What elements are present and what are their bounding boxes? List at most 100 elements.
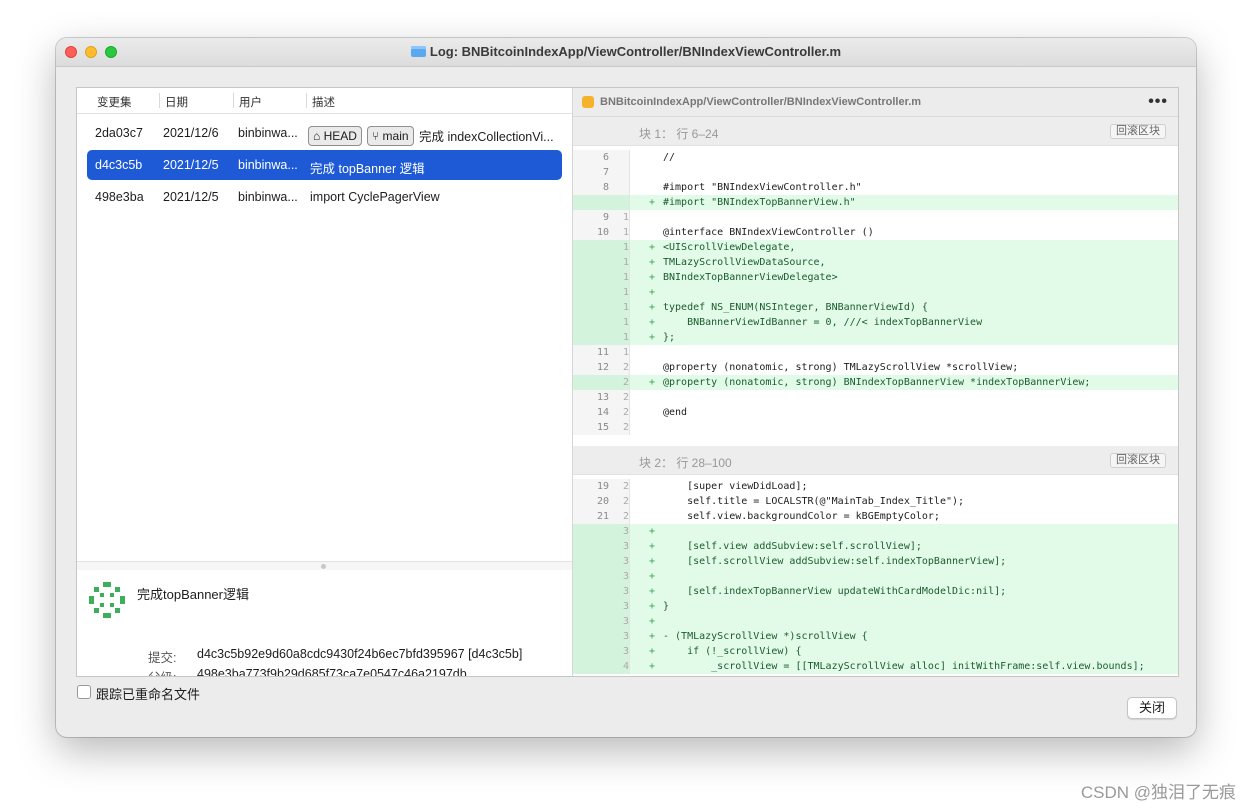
code-line: 3 +} [573,599,1178,614]
hunk-title: 块 2： 行 28–100 [639,456,732,470]
diff-marker: + [649,526,656,537]
code-line: 3 + [self.scrollView addSubview:self.inde… [573,554,1178,569]
code-line: 1 + typedef NS_ENUM(NSInteger, BNBannerVie… [573,300,1178,315]
new-line-number: 3 [622,526,629,537]
code-line: 15 2 [573,420,1178,435]
code-line: 91 [573,210,1178,225]
commit-row[interactable]: 498e3ba 2021/12/5 binbinwa... import Cyc… [87,182,562,212]
code-line: 13 2 [573,390,1178,405]
diff-marker: + [649,287,656,298]
commit-id: 498e3ba [95,190,144,204]
source-file-icon [582,96,594,108]
new-line-number: 3 [622,601,629,612]
code-line: 3 + - (TMLazyScrollView *)scrollView { [573,629,1178,644]
branch-icon: ⑂ [372,129,380,143]
parent-hash-value: 498e3ba773f9b29d685f73ca7e0547c46a2197db [197,667,467,677]
column-header-date[interactable]: 日期 [165,94,188,110]
title-bar: Log: BNBitcoinIndexApp/ViewController/BN… [56,38,1196,67]
diff-marker: + [649,601,656,612]
commit-id: d4c3c5b [95,158,143,172]
old-line-number: 9 [602,212,609,223]
new-line-number: 2 [622,511,629,522]
diff-marker: + [649,586,656,597]
code-line: + #import "BNIndexTopBannerView.h" [573,195,1178,210]
new-line-number: 2 [622,496,629,507]
new-line-number: 2 [622,362,629,373]
code-text: @property (nonatomic, strong) TMLazyScro… [663,362,1019,373]
commit-date: 2021/12/5 [163,158,219,172]
diff-marker: + [649,257,656,268]
code-line: 1 + <UIScrollViewDelegate, [573,240,1178,255]
tag-icon: ⌂ [313,129,321,143]
commit-date: 2021/12/5 [163,190,219,204]
commit-list-pane: 变更集 日期 用户 描述 2da03c7 2021/12/6 binbinwa.… [77,88,573,676]
close-button[interactable]: 关闭 [1127,697,1177,719]
column-separator [306,93,307,108]
old-line-number: 19 [596,481,609,492]
track-renamed-checkbox[interactable] [77,685,91,699]
column-header-description[interactable]: 描述 [312,94,335,110]
new-line-number: 3 [622,586,629,597]
column-header-user[interactable]: 用户 [239,94,262,110]
code-line: 8 #import "BNIndexViewController.h" [573,180,1178,195]
folder-icon [410,46,426,57]
code-line: 1 + BNBannerViewIdBanner = 0, ///< indexT… [573,315,1178,330]
code-line: 3 + [573,569,1178,584]
code-line: 3 + [self.indexTopBannerView updateWithCa… [573,584,1178,599]
commit-row-selected[interactable]: d4c3c5b 2021/12/5 binbinwa... 完成 topBann… [87,150,562,180]
code-text: [self.indexTopBannerView updateWithCardM… [663,586,1007,597]
code-text: // [663,152,676,163]
old-line-number: 8 [602,182,609,193]
hunk-code-block: 6 // 7 8 #import "BNIndexViewController.h" + #… [573,150,1178,435]
new-line-number: 1 [622,212,629,223]
parent-hash-label: 父级: [148,667,176,676]
old-line-number: 15 [596,422,609,433]
new-line-number: 4 [622,661,629,672]
code-line: 6 // [573,150,1178,165]
more-options-icon[interactable]: ••• [1148,93,1168,111]
code-text: [super viewDidLoad]; [663,481,808,492]
code-line: 20 2 self.title = LOCALSTR(@"MainTab_Inde… [573,494,1178,509]
window-title-container: Log: BNBitcoinIndexApp/ViewController/BN… [56,38,1196,66]
diff-file-header: BNBitcoinIndexApp/ViewController/BNIndex… [573,88,1178,117]
code-line: 1 + [573,285,1178,300]
commit-date: 2021/12/6 [163,126,219,140]
window-title: Log: BNBitcoinIndexApp/ViewController/BN… [429,44,842,59]
new-line-number: 2 [622,481,629,492]
new-line-number: 3 [622,646,629,657]
new-line-number: 3 [622,571,629,582]
revert-hunk-button[interactable]: 回滚区块 [1110,124,1166,139]
diff-marker: + [649,272,656,283]
code-text: [self.view addSubview:self.scrollView]; [663,541,922,552]
code-text: @end [663,407,688,418]
commit-list-header: 变更集 日期 用户 描述 [77,88,572,114]
old-line-number: 20 [596,496,609,507]
split-divider[interactable] [77,561,572,570]
revert-hunk-button[interactable]: 回滚区块 [1110,453,1166,468]
old-line-number: 6 [602,152,609,163]
old-line-number: 13 [596,392,609,403]
line-gutter [573,195,630,210]
commit-user: binbinwa... [238,158,298,172]
track-renamed-label: 跟踪已重命名文件 [96,687,201,702]
diff-marker: + [649,317,656,328]
code-text: #import "BNIndexViewController.h" [663,182,862,193]
commit-row[interactable]: 2da03c7 2021/12/6 binbinwa... ⌂ HEAD ⑂ m… [87,118,562,148]
code-text: }; [663,332,676,343]
code-text: self.title = LOCALSTR(@"MainTab_Index_Ti… [663,496,965,507]
log-window: Log: BNBitcoinIndexApp/ViewController/BN… [56,38,1196,737]
code-line: 1 +}; [573,330,1178,345]
hunk-title: 块 1： 行 6–24 [639,127,719,141]
commit-user: binbinwa... [238,190,298,204]
column-separator [159,93,160,108]
commit-detail: 完成topBanner逻辑 提交: d4c3c5b92e9d60a8cdc943… [77,570,572,676]
watermark: CSDN @独泪了无痕 [1080,783,1236,802]
column-header-changeset[interactable]: 变更集 [97,94,132,110]
diff-marker: + [649,631,656,642]
code-line: 4 + _scrollView = [[TMLazyScrollView allo… [573,659,1178,674]
code-text: } [663,601,670,612]
code-line: 10 1 @interface BNIndexViewController () [573,225,1178,240]
diff-pane: BNBitcoinIndexApp/ViewController/BNIndex… [573,88,1178,676]
new-line-number: 1 [622,302,629,313]
code-line: 3 + if (!_scrollView) { [573,644,1178,659]
